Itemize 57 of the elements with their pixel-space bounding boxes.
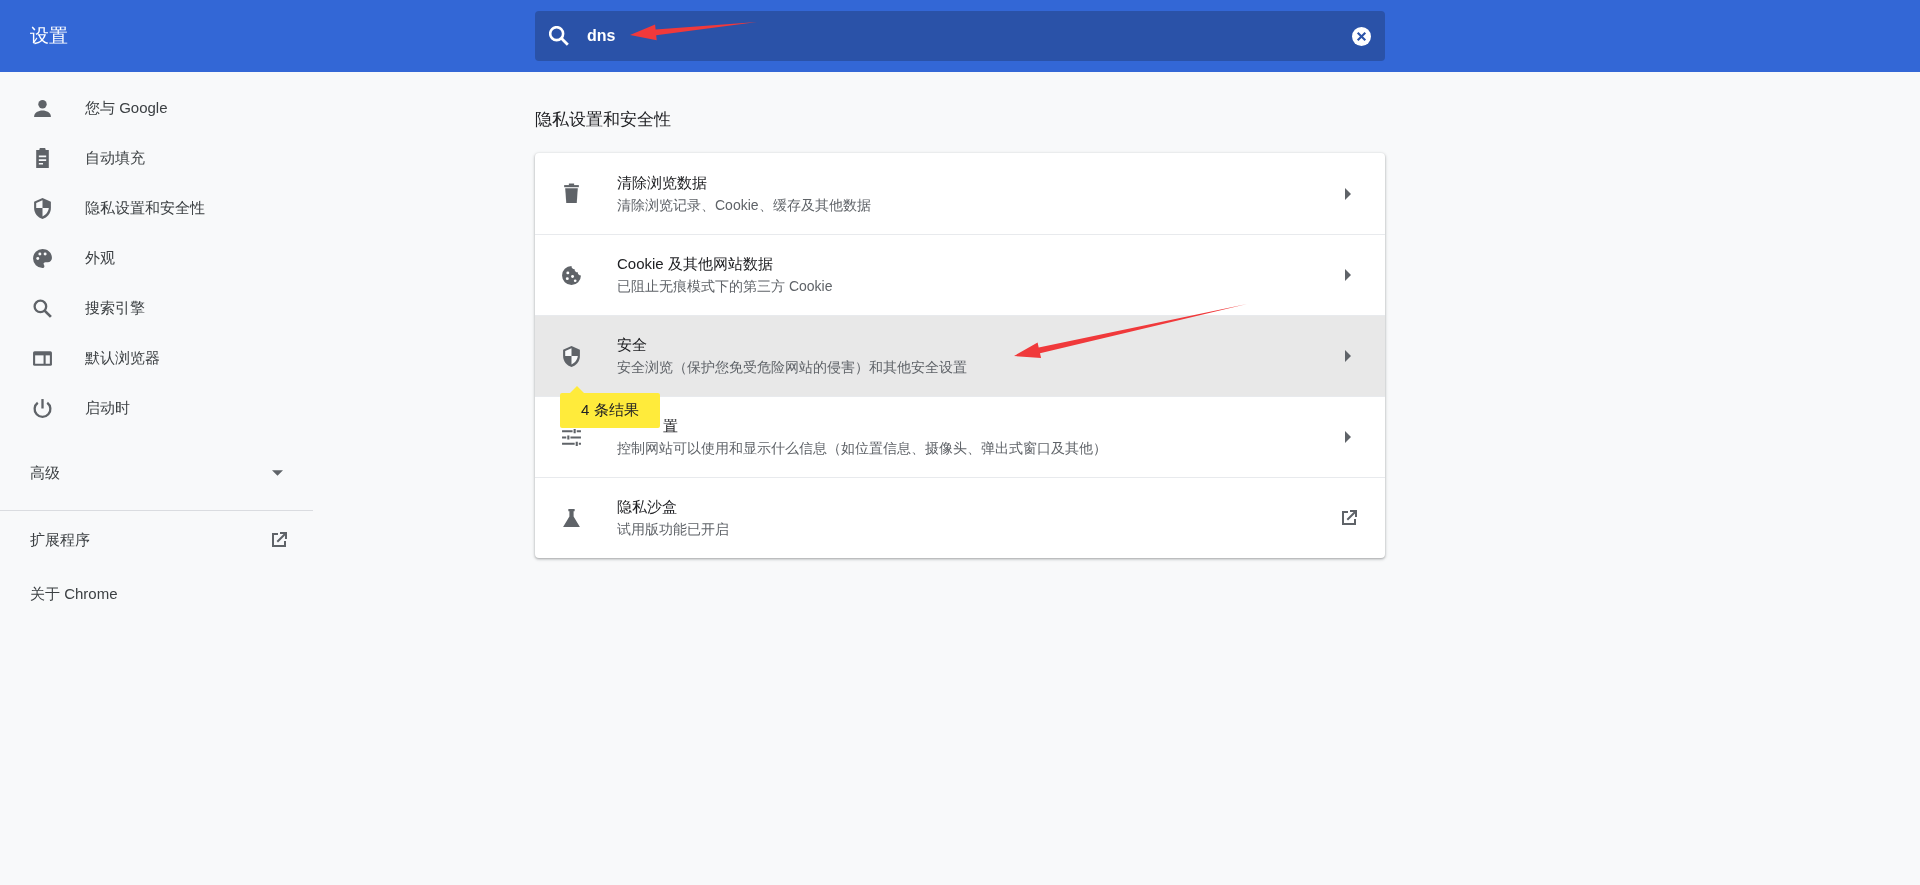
external-link-icon: [1339, 508, 1359, 528]
sidebar-item[interactable]: 您与 Google: [0, 83, 313, 133]
search-field[interactable]: dns: [535, 11, 1385, 61]
settings-row[interactable]: 清除浏览数据 清除浏览记录、Cookie、缓存及其他数据: [535, 153, 1385, 234]
results-tooltip: 4 条结果: [560, 386, 660, 428]
arrow-right-icon: [1345, 350, 1351, 362]
sidebar-item-label: 搜索引擎: [85, 298, 145, 318]
flask-icon: [561, 507, 582, 529]
arrow-right-icon: [1345, 269, 1351, 281]
row-title: 隐私沙盒: [617, 497, 678, 517]
sidebar-item-label: 默认浏览器: [85, 348, 160, 368]
row-description: 清除浏览记录、Cookie、缓存及其他数据: [617, 195, 872, 215]
sidebar-item[interactable]: 默认浏览器: [0, 333, 313, 383]
shield-icon: [561, 345, 582, 367]
sidebar-link[interactable]: 关于 Chrome: [0, 569, 313, 619]
sidebar-item[interactable]: 隐私设置和安全性: [0, 183, 313, 233]
sidebar-item[interactable]: 自动填充: [0, 133, 313, 183]
section-title: 隐私设置和安全性: [535, 109, 672, 131]
advanced-label: 高级: [30, 463, 60, 483]
search-icon: [32, 297, 53, 319]
row-description: 安全浏览（保护您免受危险网站的侵害）和其他安全设置: [617, 358, 968, 377]
cookie-icon: [561, 264, 582, 286]
row-title: Cookie 及其他网站数据: [617, 254, 774, 274]
external-link-icon: [269, 530, 289, 550]
sidebar-link-label: 扩展程序: [30, 530, 90, 550]
sidebar-item[interactable]: 启动时: [0, 383, 313, 433]
trash-icon: [561, 183, 582, 204]
sidebar-item[interactable]: 外观: [0, 233, 313, 283]
person-icon: [32, 97, 53, 119]
sidebar-link[interactable]: 扩展程序: [0, 515, 313, 565]
sidebar-item-label: 您与 Google: [85, 98, 168, 118]
settings-row[interactable]: 安全 安全浏览（保护您免受危险网站的侵害）和其他安全设置: [535, 315, 1385, 396]
caret-icon: [272, 470, 283, 476]
arrow-right-icon: [1345, 187, 1351, 200]
sidebar-item-label: 外观: [85, 248, 115, 268]
row-description: 已阻止无痕模式下的第三方 Cookie: [617, 277, 834, 296]
row-description: 试用版功能已开启: [617, 520, 730, 539]
sidebar-item-label: 自动填充: [85, 148, 145, 168]
search-input[interactable]: dns: [585, 26, 1352, 46]
sliders-icon: [561, 426, 582, 448]
page-title: 设置: [29, 24, 69, 48]
advanced-toggle[interactable]: 高级: [0, 443, 313, 503]
sidebar-item-label: 隐私设置和安全性: [85, 198, 205, 218]
row-description: 控制网站可以使用和显示什么信息（如位置信息、摄像头、弹出式窗口及其他）: [617, 439, 1108, 458]
clear-icon[interactable]: [1352, 26, 1371, 46]
palette-icon: [32, 247, 53, 269]
row-title: 清除浏览数据: [617, 172, 708, 193]
search-icon: [549, 26, 569, 46]
row-title: 安全: [617, 335, 648, 355]
settings-row[interactable]: 隐私沙盒 试用版功能已开启: [535, 477, 1385, 558]
sidebar-link-label: 关于 Chrome: [30, 584, 118, 604]
arrow-right-icon: [1345, 431, 1351, 443]
row-title: 置: [662, 416, 679, 436]
sidebar-item-label: 启动时: [85, 398, 130, 418]
sidebar-item[interactable]: 搜索引擎: [0, 283, 313, 333]
shield-icon: [32, 197, 53, 219]
power-icon: [32, 397, 53, 419]
